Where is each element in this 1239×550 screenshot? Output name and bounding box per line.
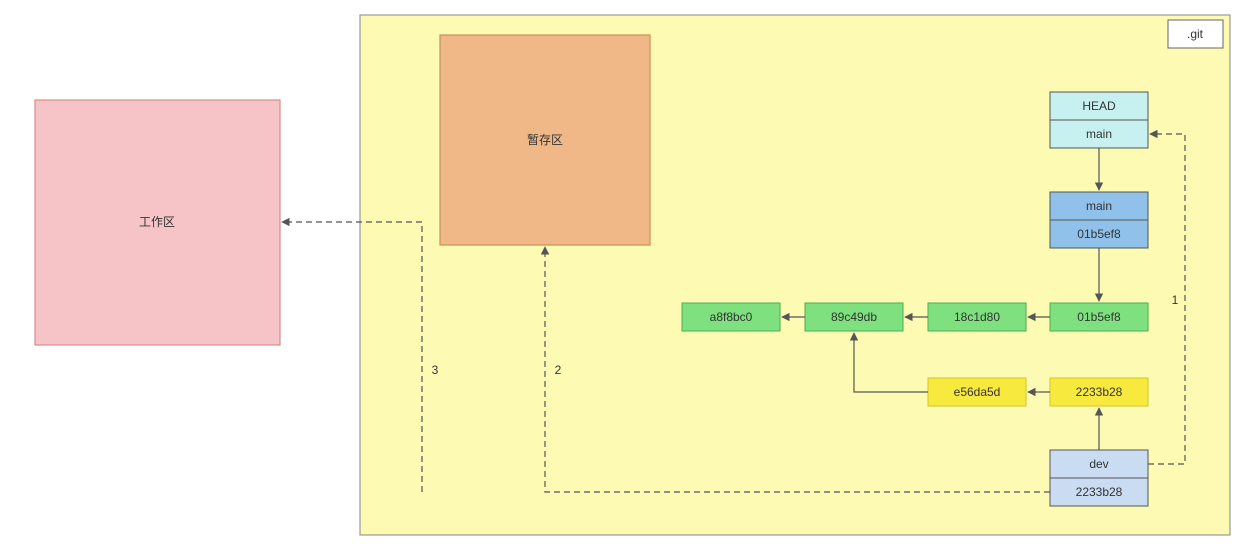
commit-label-1: 89c49db [831, 310, 877, 324]
git-diagram: .git 工作区 暂存区 HEAD main main 01b5ef8 a8f8… [0, 0, 1239, 550]
commit-dev-label-1: 2233b28 [1076, 385, 1123, 399]
commit-label-0: a8f8bc0 [710, 310, 753, 324]
branch-main-commit: 01b5ef8 [1077, 227, 1121, 241]
commit-18c1d80: 18c1d80 [928, 303, 1026, 331]
head-box: HEAD main [1050, 92, 1148, 148]
branch-dev-box: dev 2233b28 [1050, 450, 1148, 506]
commit-01b5ef8: 01b5ef8 [1050, 303, 1148, 331]
commit-e56da5d: e56da5d [928, 378, 1026, 406]
branch-main-box: main 01b5ef8 [1050, 192, 1148, 248]
commit-dev-label-0: e56da5d [954, 385, 1001, 399]
head-ref: main [1086, 127, 1112, 141]
branch-dev-commit: 2233b28 [1076, 485, 1123, 499]
step-1-label: 1 [1172, 293, 1179, 307]
working-area-label: 工作区 [139, 215, 175, 229]
staging-area-label: 暂存区 [527, 133, 563, 147]
head-title: HEAD [1082, 99, 1116, 113]
branch-main-name: main [1086, 199, 1112, 213]
commit-89c49db: 89c49db [805, 303, 903, 331]
git-label: .git [1187, 27, 1204, 41]
commit-2233b28: 2233b28 [1050, 378, 1148, 406]
step-2-label: 2 [555, 363, 562, 377]
commit-label-3: 01b5ef8 [1077, 310, 1121, 324]
step-3-label: 3 [432, 363, 439, 377]
branch-dev-name: dev [1089, 457, 1108, 471]
commit-label-2: 18c1d80 [954, 310, 1000, 324]
commit-a8f8bc0: a8f8bc0 [682, 303, 780, 331]
